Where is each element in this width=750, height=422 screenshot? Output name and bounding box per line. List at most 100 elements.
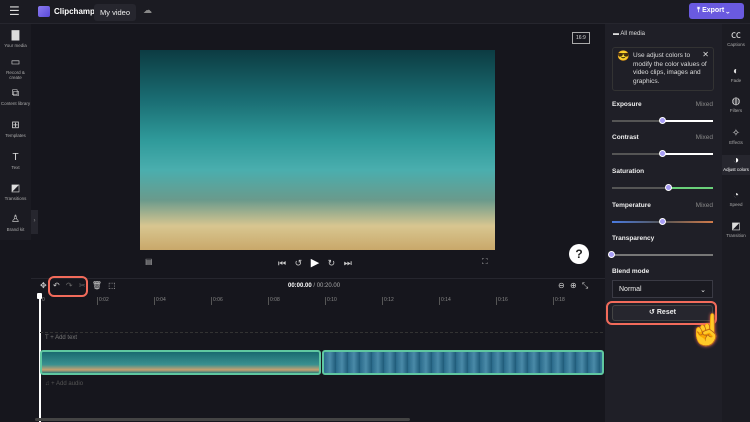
forward-5-icon[interactable]: ↻ xyxy=(328,258,336,268)
sidebar-item-record[interactable]: ▭ Record & create xyxy=(0,57,31,80)
close-icon[interactable]: ✕ xyxy=(702,50,709,60)
tab-filters[interactable]: ◍ Filters xyxy=(722,96,750,113)
blend-mode-select[interactable]: Normal ⌄ xyxy=(612,280,713,298)
cloud-off-icon: ☁ xyxy=(143,5,152,15)
sidebar-label: Transitions xyxy=(4,196,27,201)
transition-icon: ◩ xyxy=(731,221,741,232)
tab-label: Speed xyxy=(729,202,743,207)
emoji-icon: 😎 xyxy=(617,51,630,62)
sidebar-item-templates[interactable]: ⊞ Templates xyxy=(0,120,31,138)
delete-icon[interactable]: 🗑 xyxy=(92,281,102,290)
app-name: Clipchamp xyxy=(54,7,95,16)
clipchamp-logo-icon xyxy=(38,6,50,17)
lock-icon[interactable]: ⬚ xyxy=(108,281,116,290)
tab-speed[interactable]: ◔ Speed xyxy=(722,190,750,207)
subtitles-icon[interactable]: ▤ xyxy=(145,257,153,266)
sidebar-item-your-media[interactable]: ▇ Your media xyxy=(0,30,31,48)
tip-text: Use adjust colors to modify the color va… xyxy=(633,52,707,85)
play-icon[interactable]: ▶ xyxy=(311,257,319,269)
all-media-label: ▬ All media xyxy=(613,31,645,37)
sidebar-item-brand-kit[interactable]: ♙ Brand kit xyxy=(0,214,31,232)
ruler-tick: 0:14 xyxy=(439,297,451,305)
timeline-scrollbar[interactable] xyxy=(35,418,410,421)
tab-effects[interactable]: ✧ Effects xyxy=(722,128,750,145)
add-text-track[interactable]: T + Add text xyxy=(45,335,77,341)
slider-knob[interactable] xyxy=(658,150,666,157)
slider-knob[interactable] xyxy=(658,117,666,124)
magnet-icon[interactable]: ✥ xyxy=(40,281,47,290)
tab-transition[interactable]: ◩ Transition xyxy=(722,221,750,238)
tab-captions[interactable]: ㏄ Captions xyxy=(722,30,750,47)
video-preview xyxy=(140,50,495,250)
undo-icon[interactable]: ↶ xyxy=(53,281,60,290)
saturation-slider[interactable] xyxy=(612,184,713,191)
redo-icon[interactable]: ↷ xyxy=(66,281,73,290)
split-icon[interactable]: ✂ xyxy=(79,281,86,290)
add-text-label: + Add text xyxy=(50,335,78,341)
export-button[interactable]: ⤒ Export ⌄ xyxy=(689,3,744,19)
tab-label: Filters xyxy=(729,108,743,113)
help-button[interactable]: ? xyxy=(569,244,589,264)
slider-knob[interactable] xyxy=(664,184,672,191)
sidebar-item-text[interactable]: T Text xyxy=(0,152,31,170)
ruler-tick: 0:04 xyxy=(154,297,166,305)
upload-icon: ⤒ xyxy=(697,7,701,14)
slider-knob[interactable] xyxy=(658,218,666,225)
tab-label: Captions xyxy=(727,42,745,47)
adjust-colors-icon: ◑ xyxy=(732,155,740,166)
left-sidebar: ▇ Your media ▭ Record & create ⧉ Content li… xyxy=(0,24,31,240)
tab-label: Fade xyxy=(730,78,742,83)
tab-fade[interactable]: ◐ Fade xyxy=(722,66,750,83)
skip-forward-icon[interactable]: ⏭ xyxy=(344,258,352,268)
timeline-toolbar: ✥ ↶ ↷ ✂ 🗑 ⬚ xyxy=(40,281,116,290)
sidebar-label: Templates xyxy=(5,133,26,138)
fit-icon[interactable]: ⤡ xyxy=(582,281,588,290)
contrast-slider[interactable] xyxy=(612,150,713,157)
library-icon: ⧉ xyxy=(11,88,20,99)
fullscreen-icon[interactable]: ⛶ xyxy=(482,257,488,267)
sidebar-label: Record & create xyxy=(6,70,25,80)
ruler-tick: 0:16 xyxy=(496,297,508,305)
slider-status: Mixed xyxy=(695,134,713,141)
add-audio-track[interactable]: ♫ + Add audio xyxy=(45,381,83,387)
ruler-tick: 0:12 xyxy=(382,297,394,305)
tab-label: Transition xyxy=(726,233,746,238)
zoom-out-icon[interactable]: ⊖ xyxy=(558,281,565,290)
right-toolbar: ㏄ Captions ◐ Fade ◍ Filters ✧ Effects ◑ Adjus… xyxy=(722,24,750,422)
video-clip-2[interactable] xyxy=(322,350,604,375)
video-clip-1[interactable] xyxy=(40,350,321,375)
tab-adjust-colors[interactable]: ◑ Adjust colors xyxy=(722,155,750,175)
sidebar-item-content-library[interactable]: ⧉ Content library xyxy=(0,88,31,106)
track-divider xyxy=(40,332,603,333)
blend-mode-label: Blend mode xyxy=(612,268,650,275)
blend-mode-value: Normal xyxy=(619,286,642,293)
text-icon: T xyxy=(12,152,19,163)
tip-card: 😎 Use adjust colors to modify the color … xyxy=(612,47,714,91)
project-title[interactable]: My video xyxy=(94,4,137,21)
top-bar: ☰ Clipchamp My video ☁ ⤒ Export ⌄ xyxy=(0,0,750,24)
transparency-slider[interactable] xyxy=(608,251,713,258)
tab-label: Effects xyxy=(729,140,743,145)
panel-header: All media xyxy=(620,31,646,37)
sidebar-item-transitions[interactable]: ◩ Transitions xyxy=(0,183,31,201)
reset-label: Reset xyxy=(656,309,676,316)
aspect-ratio-button[interactable]: 16:9 xyxy=(572,32,590,44)
expand-sidebar-button[interactable]: › xyxy=(31,210,38,234)
slider-label: Contrast xyxy=(612,134,639,141)
ruler-tick: 0:06 xyxy=(211,297,223,305)
slider-status: Mixed xyxy=(695,101,713,108)
brand-icon: ♙ xyxy=(11,214,20,225)
music-icon: ♫ xyxy=(45,381,50,387)
rewind-5-icon[interactable]: ↺ xyxy=(295,258,303,268)
slider-knob[interactable] xyxy=(608,251,615,258)
export-label: Export xyxy=(702,7,725,14)
current-time: 00:00.00 xyxy=(288,283,312,289)
menu-icon[interactable]: ☰ xyxy=(9,4,20,18)
exposure-slider[interactable] xyxy=(612,117,713,124)
temperature-slider[interactable] xyxy=(612,218,713,225)
sidebar-label: Your media xyxy=(4,43,27,48)
fade-icon: ◐ xyxy=(732,66,740,77)
zoom-in-icon[interactable]: ⊕ xyxy=(570,281,577,290)
pointer-hand-icon: ☝ xyxy=(688,314,726,347)
skip-back-icon[interactable]: ⏮ xyxy=(278,258,286,268)
